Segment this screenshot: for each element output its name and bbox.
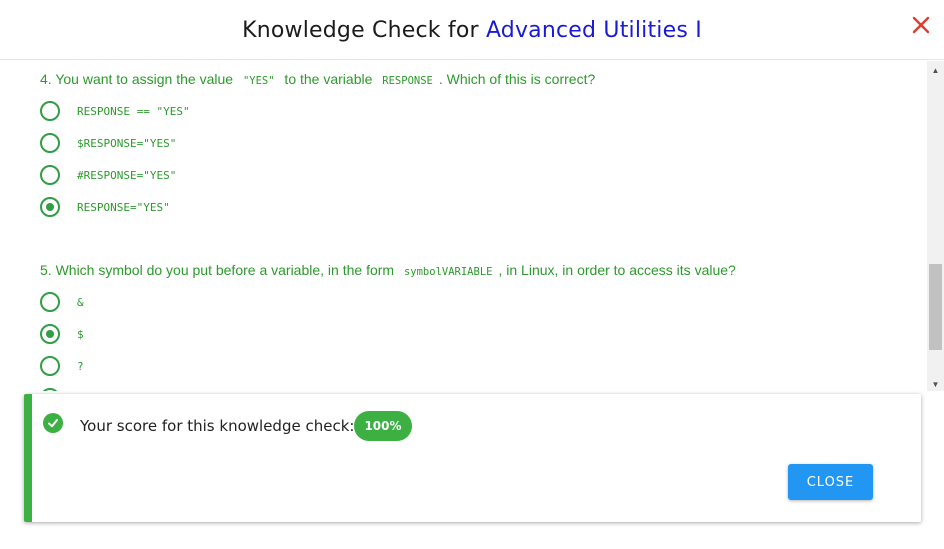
radio-unchecked-icon[interactable] [40, 101, 60, 121]
radio-checked-icon[interactable] [40, 197, 60, 217]
radio-unchecked-icon[interactable] [40, 388, 60, 391]
option-label: ? [77, 359, 84, 373]
scroll-up-arrow-icon[interactable]: ▲ [927, 63, 944, 77]
code-snippet: symbolVARIABLE [403, 266, 493, 278]
option-label: #RESPONSE="YES" [77, 168, 177, 182]
radio-unchecked-icon[interactable] [40, 292, 60, 312]
q4-option-2[interactable]: $RESPONSE="YES" [40, 132, 176, 154]
option-label: RESPONSE == "YES" [77, 104, 190, 118]
course-name: Advanced Utilities I [485, 18, 702, 43]
question-text: 4. You want to assign the value [40, 71, 237, 87]
radio-unchecked-icon[interactable] [40, 165, 60, 185]
modal-header: Knowledge Check for Advanced Utilities I [0, 0, 944, 60]
check-circle-icon [43, 413, 63, 433]
question-text: . Which of this is correct? [438, 71, 596, 87]
q5-option-4[interactable] [40, 387, 60, 391]
option-label: & [77, 295, 84, 309]
radio-checked-icon[interactable] [40, 324, 60, 344]
question-5-text: 5. Which symbol do you put before a vari… [40, 262, 736, 278]
option-label: $ [77, 327, 84, 341]
question-text: , in Linux, in order to access its value… [498, 262, 736, 278]
radio-unchecked-icon[interactable] [40, 133, 60, 153]
q5-option-1[interactable]: & [40, 291, 84, 313]
q5-option-3[interactable]: ? [40, 355, 84, 377]
score-panel: Your score for this knowledge check: 100… [24, 394, 921, 522]
question-4-text: 4. You want to assign the value "YES" to… [40, 71, 595, 87]
question-text: to the variable [280, 71, 377, 87]
q5-option-2[interactable]: $ [40, 323, 84, 345]
vertical-scrollbar[interactable]: ▲ ▼ [927, 61, 944, 391]
questions-scroll-area[interactable]: 4. You want to assign the value "YES" to… [0, 61, 944, 391]
code-snippet: RESPONSE [382, 75, 433, 87]
knowledge-check-modal: Knowledge Check for Advanced Utilities I… [0, 0, 944, 549]
close-x-icon[interactable] [908, 12, 934, 38]
q4-option-4[interactable]: RESPONSE="YES" [40, 196, 170, 218]
q4-option-3[interactable]: #RESPONSE="YES" [40, 164, 176, 186]
modal-title: Knowledge Check for Advanced Utilities I [0, 18, 944, 43]
option-label: RESPONSE="YES" [77, 200, 170, 214]
title-prefix: Knowledge Check for [242, 18, 486, 43]
scroll-down-arrow-icon[interactable]: ▼ [927, 377, 944, 391]
close-button[interactable]: CLOSE [788, 464, 873, 500]
scrollbar-thumb[interactable] [929, 264, 942, 350]
option-label: $RESPONSE="YES" [77, 136, 177, 150]
code-snippet: "YES" [242, 75, 275, 87]
score-text: Your score for this knowledge check: [80, 417, 355, 435]
question-text: 5. Which symbol do you put before a vari… [40, 262, 398, 278]
q4-option-1[interactable]: RESPONSE == "YES" [40, 100, 190, 122]
score-badge: 100% [354, 411, 412, 441]
radio-unchecked-icon[interactable] [40, 356, 60, 376]
